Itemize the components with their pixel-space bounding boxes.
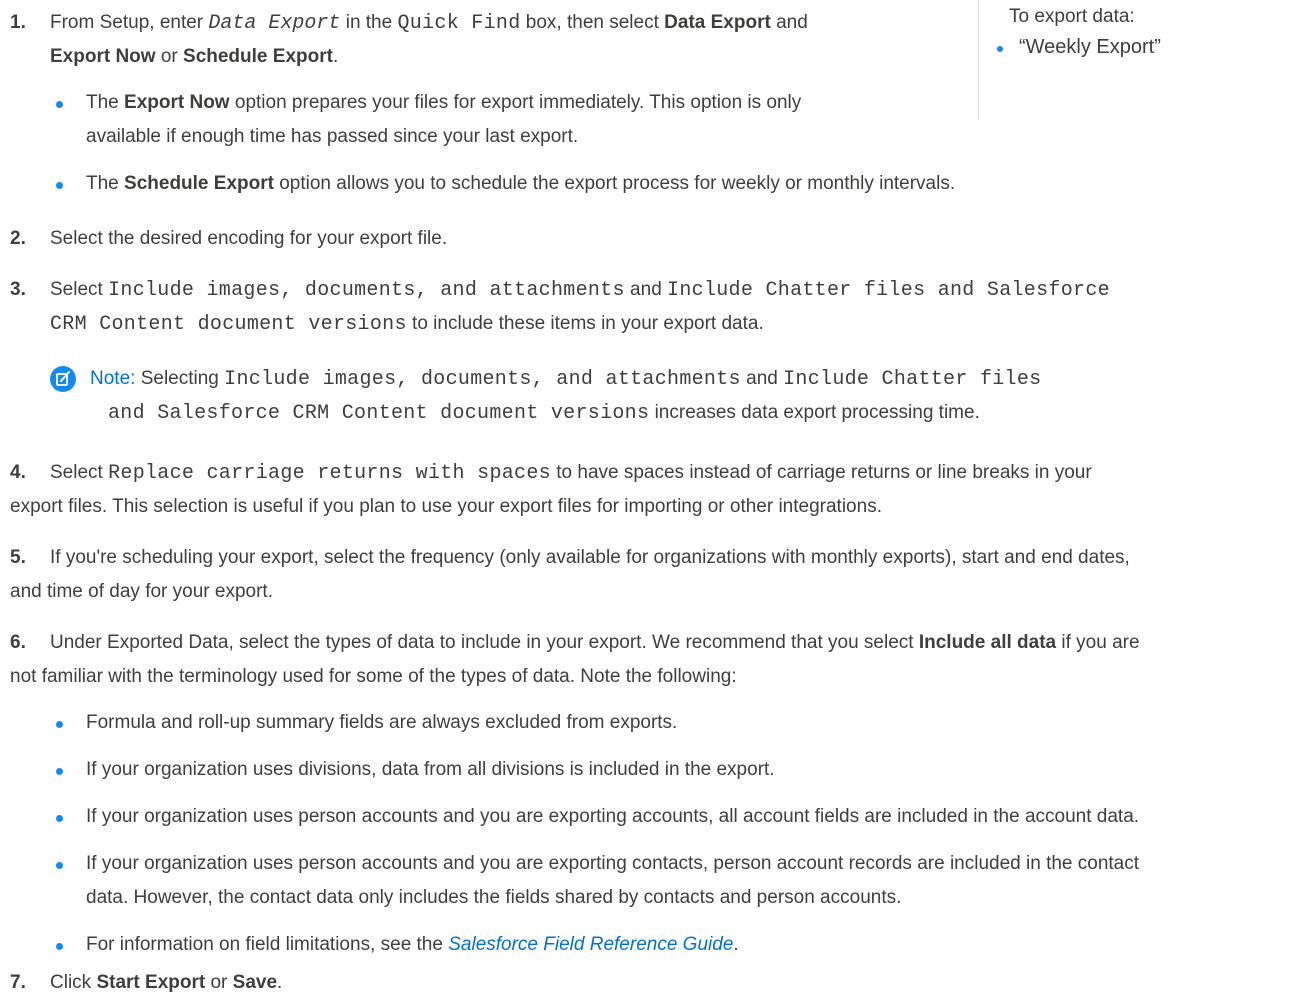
step-5-number: 5. <box>10 547 26 568</box>
step-7-text: Click Start Export or Save. <box>50 972 283 993</box>
export-now-label: Export Now <box>50 46 156 67</box>
quick-find-box-label: Quick Find <box>397 12 521 35</box>
export-now-bullet: The Export Now option prepares your file… <box>86 92 802 113</box>
bullet-icon <box>56 182 63 189</box>
sidebar-permission-item: “Weekly Export” <box>997 36 1161 58</box>
step-3-line-1: Select Include images, documents, and at… <box>50 279 1110 302</box>
note-icon <box>50 366 76 392</box>
step-3-line-2: CRM Content document versions to include… <box>50 313 764 336</box>
step-2-text: Select the desired encoding for your exp… <box>50 228 448 249</box>
step-5-line-2: and time of day for your export. <box>10 581 273 602</box>
step-5-line-1: If you're scheduling your export, select… <box>50 547 1130 568</box>
bullet-icon <box>56 862 63 869</box>
replace-carriage-returns-option: Replace carriage returns with spaces <box>108 462 551 485</box>
bullet-icon <box>56 721 63 728</box>
quick-find-term: Data Export <box>208 12 341 35</box>
note-line-1: Note: Selecting Include images, document… <box>90 368 1042 391</box>
step-1-line-2: Export Now or Schedule Export. <box>50 46 339 67</box>
step-2-number: 2. <box>10 228 26 249</box>
list-item: If your organization uses divisions, dat… <box>86 759 775 780</box>
field-reference-guide-link[interactable]: Salesforce Field Reference Guide <box>448 934 733 955</box>
note-line-2: and Salesforce CRM Content document vers… <box>108 402 980 425</box>
step-7-number: 7. <box>10 972 26 993</box>
step-6-line-2: not familiar with the terminology used f… <box>10 666 737 687</box>
include-chatter-option: Include Chatter files and Salesforce <box>667 279 1110 302</box>
schedule-export-label: Schedule Export <box>183 46 333 67</box>
list-item: For information on field limitations, se… <box>86 934 739 955</box>
step-3-number: 3. <box>10 279 26 300</box>
note-label: Note: <box>90 368 136 389</box>
list-item: If your organization uses person account… <box>86 806 1140 827</box>
sidebar-heading: To export data: <box>1009 6 1135 27</box>
list-item-line-2: data. However, the contact data only inc… <box>86 887 902 908</box>
schedule-export-bullet: The Schedule Export option allows you to… <box>86 173 956 194</box>
bullet-icon <box>56 943 63 950</box>
data-export-label: Data Export <box>664 12 771 33</box>
step-6-number: 6. <box>10 632 26 653</box>
list-item: If your organization uses person account… <box>86 853 1140 874</box>
include-images-option: Include images, documents, and attachmen… <box>108 279 625 302</box>
step-4-line-1: Select Replace carriage returns with spa… <box>50 462 1092 485</box>
required-permissions-sidebar: To export data: “Weekly Export” <box>978 0 1298 120</box>
list-item: Formula and roll-up summary fields are a… <box>86 712 678 733</box>
step-4-number: 4. <box>10 462 26 483</box>
include-all-data-label: Include all data <box>918 632 1057 653</box>
bullet-icon <box>56 101 63 108</box>
bullet-icon <box>56 768 63 775</box>
step-1-number: 1. <box>10 12 26 33</box>
step-1-line-1: From Setup, enter Data Export in the Qui… <box>50 12 808 35</box>
step-6-line-1: Under Exported Data, select the types of… <box>50 632 1140 653</box>
bullet-icon <box>56 815 63 822</box>
save-label: Save <box>232 972 278 993</box>
export-now-bullet-line-2: available if enough time has passed sinc… <box>86 126 579 147</box>
start-export-label: Start Export <box>96 972 206 993</box>
step-4-line-2: export files. This selection is useful i… <box>10 496 882 517</box>
